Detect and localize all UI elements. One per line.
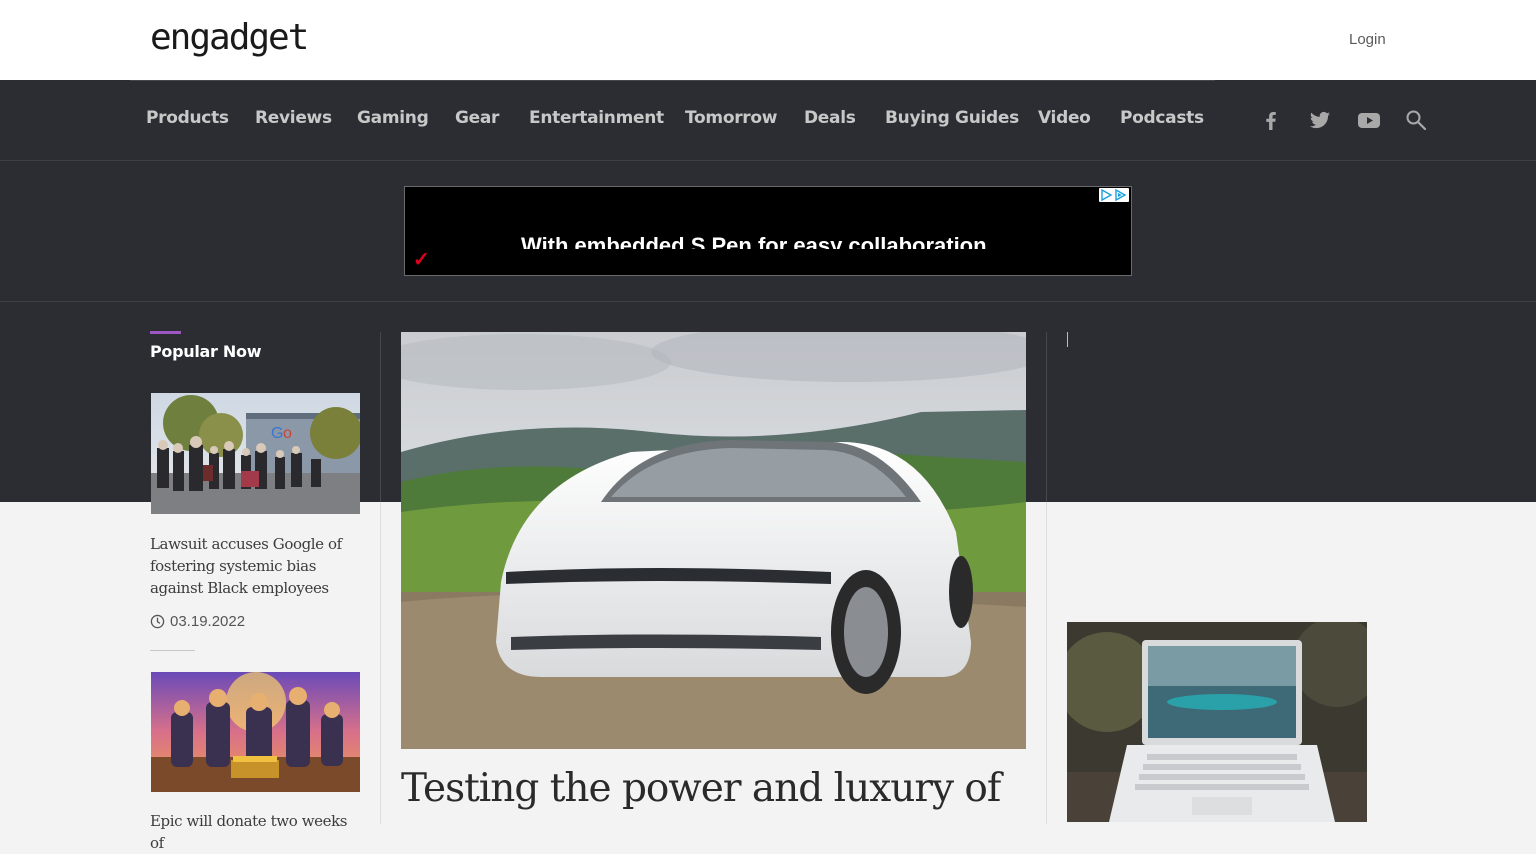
hero-image[interactable]: [401, 332, 1026, 749]
engadget-logo[interactable]: engadget: [150, 18, 309, 58]
nav-item-reviews[interactable]: Reviews: [255, 108, 332, 128]
svg-text:G: G: [271, 425, 283, 442]
nav-item-podcasts[interactable]: Podcasts: [1120, 108, 1204, 128]
story-date: 03.19.2022: [150, 613, 245, 630]
facebook-icon[interactable]: [1259, 108, 1283, 132]
nav-item-entertainment[interactable]: Entertainment: [529, 108, 664, 128]
left-column-divider-light: [380, 502, 381, 824]
ad-banner[interactable]: With embedded S Pen for easy collaborati…: [404, 186, 1132, 276]
laptop-thumbnail[interactable]: [1067, 622, 1367, 822]
nav-item-deals[interactable]: Deals: [804, 108, 856, 128]
hero-headline[interactable]: Testing the power and luxury of: [401, 766, 1041, 811]
nav-top-line: [130, 80, 1215, 81]
verizon-check-icon: ✓: [413, 249, 430, 271]
ad-choices-icon[interactable]: [1099, 188, 1129, 202]
nav-item-gaming[interactable]: Gaming: [357, 108, 429, 128]
nav-item-products[interactable]: Products: [146, 108, 229, 128]
login-link[interactable]: Login: [1349, 31, 1386, 48]
clock-icon: [150, 614, 165, 629]
main-nav: Products Reviews Gaming Gear Entertainme…: [0, 80, 1536, 161]
search-icon[interactable]: [1404, 108, 1428, 132]
nav-item-tomorrow[interactable]: Tomorrow: [685, 108, 777, 128]
popular-now-heading: Popular Now: [150, 342, 262, 361]
svg-text:o: o: [283, 425, 292, 442]
right-column-divider-light: [1046, 502, 1047, 824]
story-separator: [150, 650, 195, 651]
story-title-epic-donate[interactable]: Epic will donate two weeks of: [150, 810, 362, 854]
popular-accent-bar: [150, 331, 181, 334]
twitter-icon[interactable]: [1308, 108, 1332, 132]
youtube-icon[interactable]: [1357, 108, 1381, 132]
top-header: engadget Login: [0, 0, 1536, 80]
story-thumbnail-google[interactable]: G o: [151, 393, 360, 514]
right-column-marker: [1067, 332, 1068, 347]
story-title-google-lawsuit[interactable]: Lawsuit accuses Google of fostering syst…: [150, 533, 362, 599]
nav-item-video[interactable]: Video: [1038, 108, 1091, 128]
story-thumbnail-fortnite[interactable]: [151, 672, 360, 792]
nav-item-buying-guides[interactable]: Buying Guides: [885, 108, 1019, 128]
story-date-text: 03.19.2022: [170, 613, 246, 630]
nav-item-gear[interactable]: Gear: [455, 108, 499, 128]
ad-banner-section: With embedded S Pen for easy collaborati…: [0, 161, 1536, 302]
ad-text: With embedded S Pen for easy collaborati…: [521, 233, 987, 249]
